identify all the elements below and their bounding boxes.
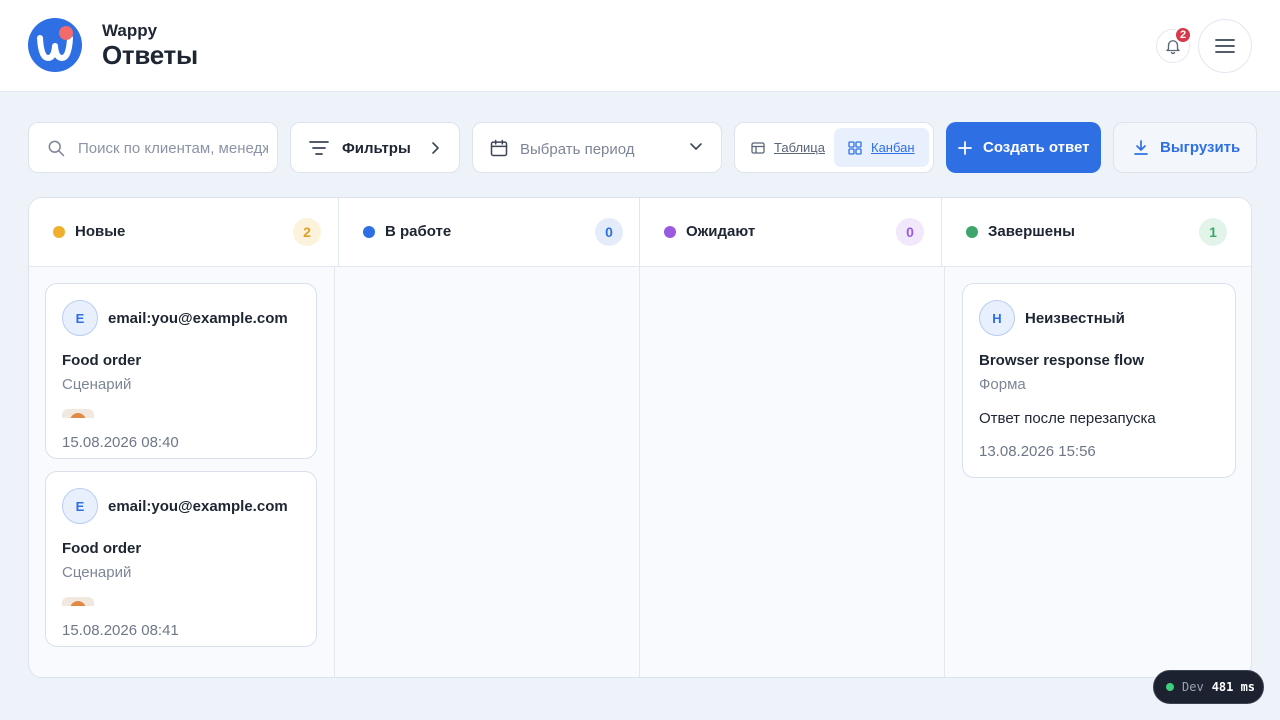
logo-w-icon <box>37 35 73 61</box>
column-title: Завершены <box>988 223 1075 240</box>
view-tab-table-label: Таблица <box>774 140 825 155</box>
column-body-done: Н Неизвестный Browser response flow Форм… <box>945 267 1251 677</box>
column-title: Ожидают <box>686 223 756 240</box>
search-input[interactable] <box>78 136 268 160</box>
app-name: Wappy <box>102 21 158 40</box>
column-count: 2 <box>293 218 321 246</box>
card-thumbnail <box>62 597 94 606</box>
chevron-down-icon <box>690 143 702 150</box>
view-tab-table[interactable]: Таблица <box>737 128 833 167</box>
page-title: Ответы <box>102 40 198 70</box>
card-date: 13.08.2026 15:56 <box>979 443 1096 460</box>
create-response-button[interactable]: Создать ответ <box>946 122 1101 173</box>
filters-label: Фильтры <box>342 140 411 157</box>
column-body-waiting <box>640 267 945 677</box>
card-client: email:you@example.com <box>108 310 288 327</box>
column-header-done: Завершены 1 <box>942 198 1251 267</box>
card-title: Browser response flow <box>979 352 1145 369</box>
export-button[interactable]: Выгрузить <box>1113 122 1257 173</box>
column-count: 0 <box>595 218 623 246</box>
create-response-label: Создать ответ <box>983 139 1090 156</box>
column-body-in-progress <box>335 267 640 677</box>
card-client: email:you@example.com <box>108 498 288 515</box>
calendar-icon <box>490 139 508 157</box>
dev-env-label: Dev <box>1182 680 1204 694</box>
dev-latency-value: 481 ms <box>1211 680 1256 694</box>
dev-latency-badge: Dev 481 ms <box>1153 670 1264 704</box>
kanban-board: Новые 2 В работе 0 Ожидают 0 Завершены 1… <box>28 197 1252 678</box>
column-header-new: Новые 2 <box>29 198 339 267</box>
column-title: Новые <box>75 223 126 240</box>
filter-lines-icon <box>309 141 329 155</box>
column-header-waiting: Ожидают 0 <box>640 198 942 267</box>
view-switcher: Таблица Канбан <box>734 122 934 173</box>
logo-dot <box>59 26 73 40</box>
card-thumbnail <box>62 409 94 418</box>
table-icon <box>751 141 765 154</box>
column-title: В работе <box>385 223 452 240</box>
chevron-right-icon <box>432 142 439 154</box>
card-type: Сценарий <box>62 376 132 393</box>
response-card[interactable]: Н Неизвестный Browser response flow Форм… <box>962 283 1236 478</box>
status-dot-done <box>966 226 978 238</box>
wappy-logo[interactable] <box>28 18 82 72</box>
status-online-dot <box>1166 683 1174 691</box>
grid-icon <box>848 140 862 155</box>
search-box[interactable] <box>28 122 278 173</box>
status-dot-in-progress <box>363 226 375 238</box>
filters-button[interactable]: Фильтры <box>290 122 460 173</box>
avatar: E <box>62 488 98 524</box>
plus-icon <box>958 140 972 155</box>
status-dot-new <box>53 226 65 238</box>
export-label: Выгрузить <box>1160 139 1241 156</box>
period-label: Выбрать период <box>520 141 635 158</box>
app-header: Wappy Ответы 2 <box>0 0 1280 92</box>
notifications-badge: 2 <box>1174 26 1192 44</box>
response-card[interactable]: E email:you@example.com Food order Сцена… <box>45 283 317 459</box>
response-card[interactable]: E email:you@example.com Food order Сцена… <box>45 471 317 647</box>
card-type: Сценарий <box>62 564 132 581</box>
card-title: Food order <box>62 540 142 557</box>
column-body-new: E email:you@example.com Food order Сцена… <box>29 267 335 677</box>
column-header-in-progress: В работе 0 <box>339 198 640 267</box>
menu-button[interactable] <box>1198 19 1252 73</box>
period-select[interactable]: Выбрать период <box>472 122 722 173</box>
card-client: Неизвестный <box>1025 310 1125 327</box>
view-tab-kanban[interactable]: Канбан <box>834 128 929 167</box>
card-date: 15.08.2026 08:41 <box>62 622 179 639</box>
avatar: Н <box>979 300 1015 336</box>
card-date: 15.08.2026 08:40 <box>62 434 179 451</box>
avatar: E <box>62 300 98 336</box>
view-tab-kanban-label: Канбан <box>871 140 915 155</box>
status-dot-waiting <box>664 226 676 238</box>
card-title: Food order <box>62 352 142 369</box>
search-icon <box>48 140 65 157</box>
card-comment: Ответ после перезапуска <box>979 410 1156 427</box>
card-type: Форма <box>979 376 1026 393</box>
column-count: 1 <box>1199 218 1227 246</box>
hamburger-icon <box>1215 39 1235 53</box>
download-icon <box>1134 139 1148 155</box>
column-count: 0 <box>896 218 924 246</box>
